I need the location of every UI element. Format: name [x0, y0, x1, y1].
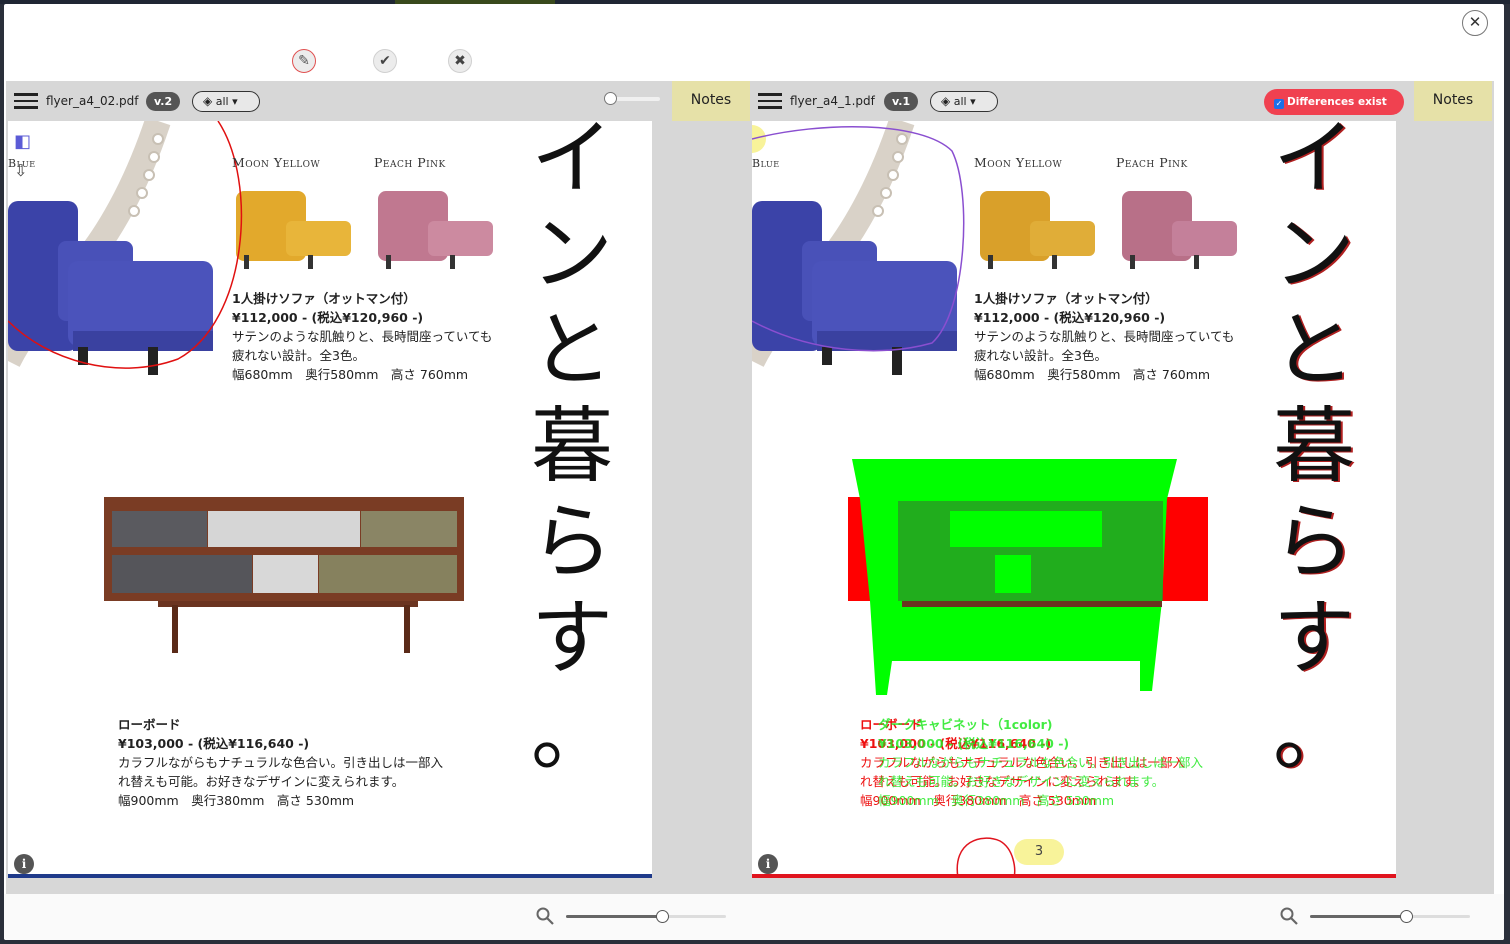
sofa-description: 1人掛けソファ（オットマン付） ¥112,000 - (税込¥120,960 -… [232, 291, 493, 382]
left-zoom-control [536, 907, 726, 927]
vertical-headline: イ ン と 暮 ら す 。 [1272, 121, 1355, 782]
checkbox-checked-icon: ✓ [1274, 99, 1284, 109]
moon-yellow-label: Moon Yellow [232, 155, 321, 170]
left-page-rule [8, 874, 652, 878]
left-side-tools: ◧ ⇩ [14, 131, 36, 181]
close-icon[interactable]: ✕ [1462, 10, 1488, 36]
right-document-pane: flyer_a4_1.pdf v.1 ◈ all ▾ ✓ Differences … [750, 81, 1494, 894]
left-version-badge[interactable]: v.2 [146, 92, 181, 111]
left-layers-dropdown[interactable]: ◈ all ▾ [192, 91, 260, 112]
peach-pink-label: Peach Pink [374, 155, 446, 170]
right-toolbar: flyer_a4_1.pdf v.1 ◈ all ▾ ✓ Differences … [750, 81, 1494, 121]
peach-pink-label: Peach Pink [1116, 155, 1188, 170]
page-number-badge[interactable]: 3 [1014, 839, 1064, 865]
vertical-headline: イ ン と 暮 ら す 。 [530, 121, 613, 782]
sofa-description: 1人掛けソファ（オットマン付） ¥112,000 - (税込¥120,960 -… [974, 291, 1235, 382]
right-page: Blue Moon Yellow Peach Pink 1人掛けソファ（オットマ… [752, 121, 1396, 878]
right-page-rule [752, 874, 1396, 878]
differences-exist-toggle[interactable]: ✓ Differences exist [1264, 89, 1404, 115]
right-layers-dropdown[interactable]: ◈ all ▾ [930, 91, 998, 112]
left-document-pane: flyer_a4_02.pdf v.2 ◈ all ▾ Notes ◧ ⇩ Bl… [6, 81, 750, 894]
moon-yellow-label: Moon Yellow [974, 155, 1063, 170]
left-page: ◧ ⇩ Blue Moon Yellow Peach Pink 1人掛けソファ（… [8, 121, 652, 878]
blue-label: Blue [752, 157, 780, 170]
board-description-diff-green: ダークキャビネット（1color) ¥103,000 - (税込¥116,640… [878, 717, 1204, 808]
info-icon[interactable]: i [758, 854, 778, 874]
info-icon[interactable]: i [14, 854, 34, 874]
approve-check-icon[interactable]: ✔ [373, 49, 397, 73]
reject-x-icon[interactable]: ✖ [448, 49, 472, 73]
right-zoom-slider[interactable] [1310, 910, 1470, 923]
opacity-slider[interactable] [604, 92, 660, 105]
left-notes-button[interactable]: Notes [672, 81, 750, 121]
compare-split-icon[interactable]: ◧ [14, 131, 36, 153]
left-zoom-slider[interactable] [566, 910, 726, 923]
left-toolbar: flyer_a4_02.pdf v.2 ◈ all ▾ Notes [6, 81, 750, 121]
zoom-bar [4, 894, 1504, 940]
left-filename: flyer_a4_02.pdf [46, 94, 139, 108]
layers-icon: ◈ [203, 94, 213, 108]
hamburger-menu-icon[interactable] [14, 93, 38, 109]
zoom-magnifier-icon [1280, 907, 1298, 925]
right-zoom-control [1280, 907, 1470, 927]
zoom-magnifier-icon [536, 907, 554, 925]
compare-dialog: ✕ ✎ ✔ ✖ flyer_a4_02.pdf v.2 ◈ all ▾ Note… [4, 4, 1504, 940]
edit-pencil-icon[interactable]: ✎ [292, 49, 316, 73]
right-filename: flyer_a4_1.pdf [790, 94, 875, 108]
board-description: ローボード ¥103,000 - (税込¥116,640 -) カラフルながらも… [118, 717, 444, 808]
layers-icon: ◈ [941, 94, 951, 108]
right-notes-button[interactable]: Notes [1414, 81, 1492, 121]
right-version-badge[interactable]: v.1 [884, 92, 919, 111]
hamburger-menu-icon[interactable] [758, 93, 782, 109]
blue-label: Blue [8, 157, 36, 170]
